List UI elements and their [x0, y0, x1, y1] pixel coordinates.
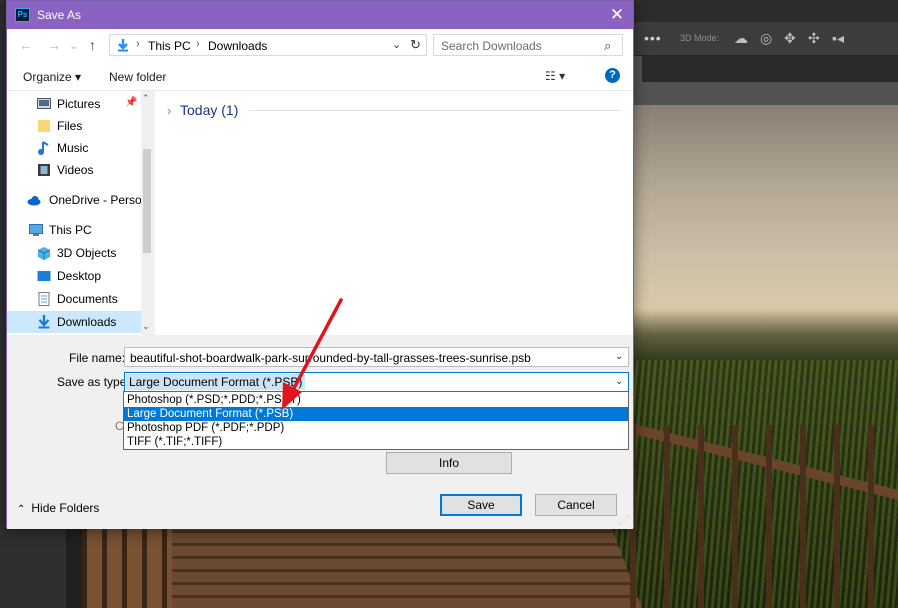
- search-icon[interactable]: ⌕: [604, 38, 611, 54]
- pictures-icon: [37, 98, 51, 109]
- change-view-icon[interactable]: ☷ ▾: [545, 69, 565, 83]
- downloads-location-icon: [118, 39, 128, 52]
- file-name-value: beautiful-shot-boardwalk-park-surrounded…: [130, 351, 531, 365]
- pc-icon: [29, 224, 43, 236]
- file-group-today[interactable]: Today (1): [180, 102, 238, 118]
- type-option-photoshop-pdf[interactable]: Photoshop PDF (*.PDF;*.PDP): [124, 421, 628, 435]
- navigation-bar: ← → ⌄ ↑ › This PC › Downloads ⌄ ↻ Search…: [7, 29, 633, 61]
- videos-icon: [38, 164, 50, 176]
- document-tab[interactable]: [634, 56, 642, 82]
- recent-locations-dropdown-icon[interactable]: ⌄: [69, 39, 78, 53]
- pan-3d-icon[interactable]: ✥: [784, 30, 796, 47]
- navigation-pane: Pictures 📌 Files Music Videos OneDrive -…: [7, 91, 153, 335]
- type-option-photoshop[interactable]: Photoshop (*.PSD;*.PDD;*.PSDT): [124, 393, 628, 407]
- help-icon[interactable]: ?: [605, 68, 620, 83]
- scale-3d-icon[interactable]: ▪◂: [832, 30, 844, 47]
- dialog-title: Save As: [37, 8, 82, 22]
- document-tab-bar: [634, 56, 898, 82]
- downloads-icon: [38, 315, 50, 329]
- search-input[interactable]: Search Downloads ⌕: [433, 34, 623, 56]
- save-button[interactable]: Save: [440, 494, 522, 516]
- close-icon[interactable]: ✕: [605, 4, 629, 26]
- type-option-tiff[interactable]: TIFF (*.TIF;*.TIFF): [124, 435, 628, 449]
- scroll-down-icon[interactable]: ⌄: [142, 321, 150, 332]
- sidebar-item-label: Documents: [57, 292, 118, 306]
- roll-3d-icon[interactable]: ◎: [760, 30, 772, 47]
- save-as-type-label: Save as type:: [57, 375, 130, 389]
- address-bar[interactable]: › This PC › Downloads ⌄ ↻: [109, 34, 427, 56]
- sidebar-item-videos[interactable]: Videos: [7, 159, 141, 181]
- file-name-field[interactable]: beautiful-shot-boardwalk-park-surrounded…: [124, 347, 629, 367]
- cancel-button[interactable]: Cancel: [535, 494, 617, 516]
- type-option-large-document[interactable]: Large Document Format (*.PSB): [124, 407, 628, 421]
- dialog-title-bar[interactable]: Ps Save As ✕: [7, 1, 633, 29]
- navigation-pane-scrollbar[interactable]: ⌃ ⌄: [141, 91, 152, 335]
- save-as-type-value: Large Document Format (*.PSB): [126, 374, 306, 390]
- sidebar-item-label: Files: [57, 119, 83, 133]
- organize-button[interactable]: Organize ▾: [23, 70, 81, 84]
- new-folder-button[interactable]: New folder: [109, 70, 166, 84]
- music-icon: [38, 141, 49, 155]
- sidebar-item-this-pc[interactable]: This PC: [7, 219, 141, 241]
- save-as-type-select[interactable]: Large Document Format (*.PSB) ⌄: [124, 372, 629, 392]
- 3d-objects-icon: [37, 247, 51, 260]
- photoshop-options-bar: ••• 3D Mode: ☁ ◎ ✥ ✣ ▪◂: [634, 22, 898, 56]
- sidebar-item-label: This PC: [49, 223, 92, 237]
- sidebar-item-label: Pictures: [57, 97, 101, 111]
- file-list-pane[interactable]: › Today (1): [155, 91, 633, 335]
- file-name-label: File name:: [69, 351, 126, 365]
- sidebar-item-label: Music: [57, 141, 89, 155]
- scrollbar-thumb[interactable]: [143, 149, 151, 253]
- sidebar-item-files[interactable]: Files: [7, 115, 141, 137]
- sidebar-item-pictures[interactable]: Pictures 📌: [7, 93, 141, 115]
- sidebar-item-label: Downloads: [57, 315, 117, 329]
- sidebar-item-desktop[interactable]: Desktop: [7, 265, 141, 287]
- pin-icon[interactable]: 📌: [125, 97, 137, 108]
- sidebar-item-label: 3D Objects: [57, 246, 117, 260]
- sidebar-item-3d-objects[interactable]: 3D Objects: [7, 242, 141, 264]
- documents-icon: [38, 292, 50, 306]
- breadcrumb-this-pc[interactable]: This PC: [148, 39, 191, 53]
- breadcrumb-separator-icon: ›: [196, 38, 200, 50]
- sidebar-item-label: OneDrive - Persor: [49, 193, 146, 207]
- breadcrumb-separator-icon: ›: [136, 38, 140, 50]
- sidebar-item-music[interactable]: Music: [7, 137, 141, 159]
- more-options-icon[interactable]: •••: [644, 30, 662, 46]
- breadcrumb-downloads[interactable]: Downloads: [208, 39, 267, 53]
- address-dropdown-icon[interactable]: ⌄: [392, 38, 401, 51]
- desktop-icon: [37, 271, 51, 281]
- forward-arrow-icon[interactable]: →: [47, 38, 61, 52]
- group-divider: [249, 110, 621, 111]
- back-arrow-icon[interactable]: ←: [19, 38, 33, 52]
- scroll-up-icon[interactable]: ⌃: [142, 93, 150, 104]
- resize-grip-icon[interactable]: ⋰: [619, 515, 629, 526]
- 3d-mode-label: 3D Mode:: [680, 33, 720, 43]
- command-bar: Organize ▾ New folder ☷ ▾ ?: [7, 61, 633, 91]
- sidebar-item-label: Desktop: [57, 269, 102, 283]
- save-as-type-dropdown-list: Photoshop (*.PSD;*.PDD;*.PSDT) Large Doc…: [123, 391, 629, 450]
- sidebar-item-label: Videos: [57, 163, 94, 177]
- tools-panel-edge: [66, 522, 82, 608]
- canvas-railing-right: [630, 425, 898, 608]
- slide-3d-icon[interactable]: ✣: [808, 30, 820, 47]
- refresh-icon[interactable]: ↻: [410, 37, 421, 53]
- photoshop-logo-icon: Ps: [15, 8, 30, 22]
- search-placeholder: Search Downloads: [441, 39, 542, 53]
- sidebar-item-onedrive[interactable]: OneDrive - Persor: [7, 189, 146, 211]
- folder-icon: [38, 120, 50, 132]
- chevron-up-icon: ⌃: [17, 504, 26, 515]
- sidebar-item-downloads[interactable]: Downloads: [7, 311, 141, 333]
- info-button[interactable]: Info: [386, 452, 512, 474]
- chevron-down-icon[interactable]: ⌄: [615, 376, 623, 387]
- sidebar-item-documents[interactable]: Documents: [7, 288, 141, 310]
- hide-folders-label: Hide Folders: [31, 501, 100, 515]
- up-arrow-icon[interactable]: ↑: [89, 38, 96, 52]
- chevron-down-icon[interactable]: ⌄: [615, 351, 623, 362]
- orbit-3d-icon[interactable]: ☁: [734, 30, 748, 47]
- hide-folders-button[interactable]: ⌃ Hide Folders: [17, 501, 99, 515]
- chevron-right-icon[interactable]: ›: [167, 103, 171, 118]
- onedrive-icon: [27, 196, 41, 206]
